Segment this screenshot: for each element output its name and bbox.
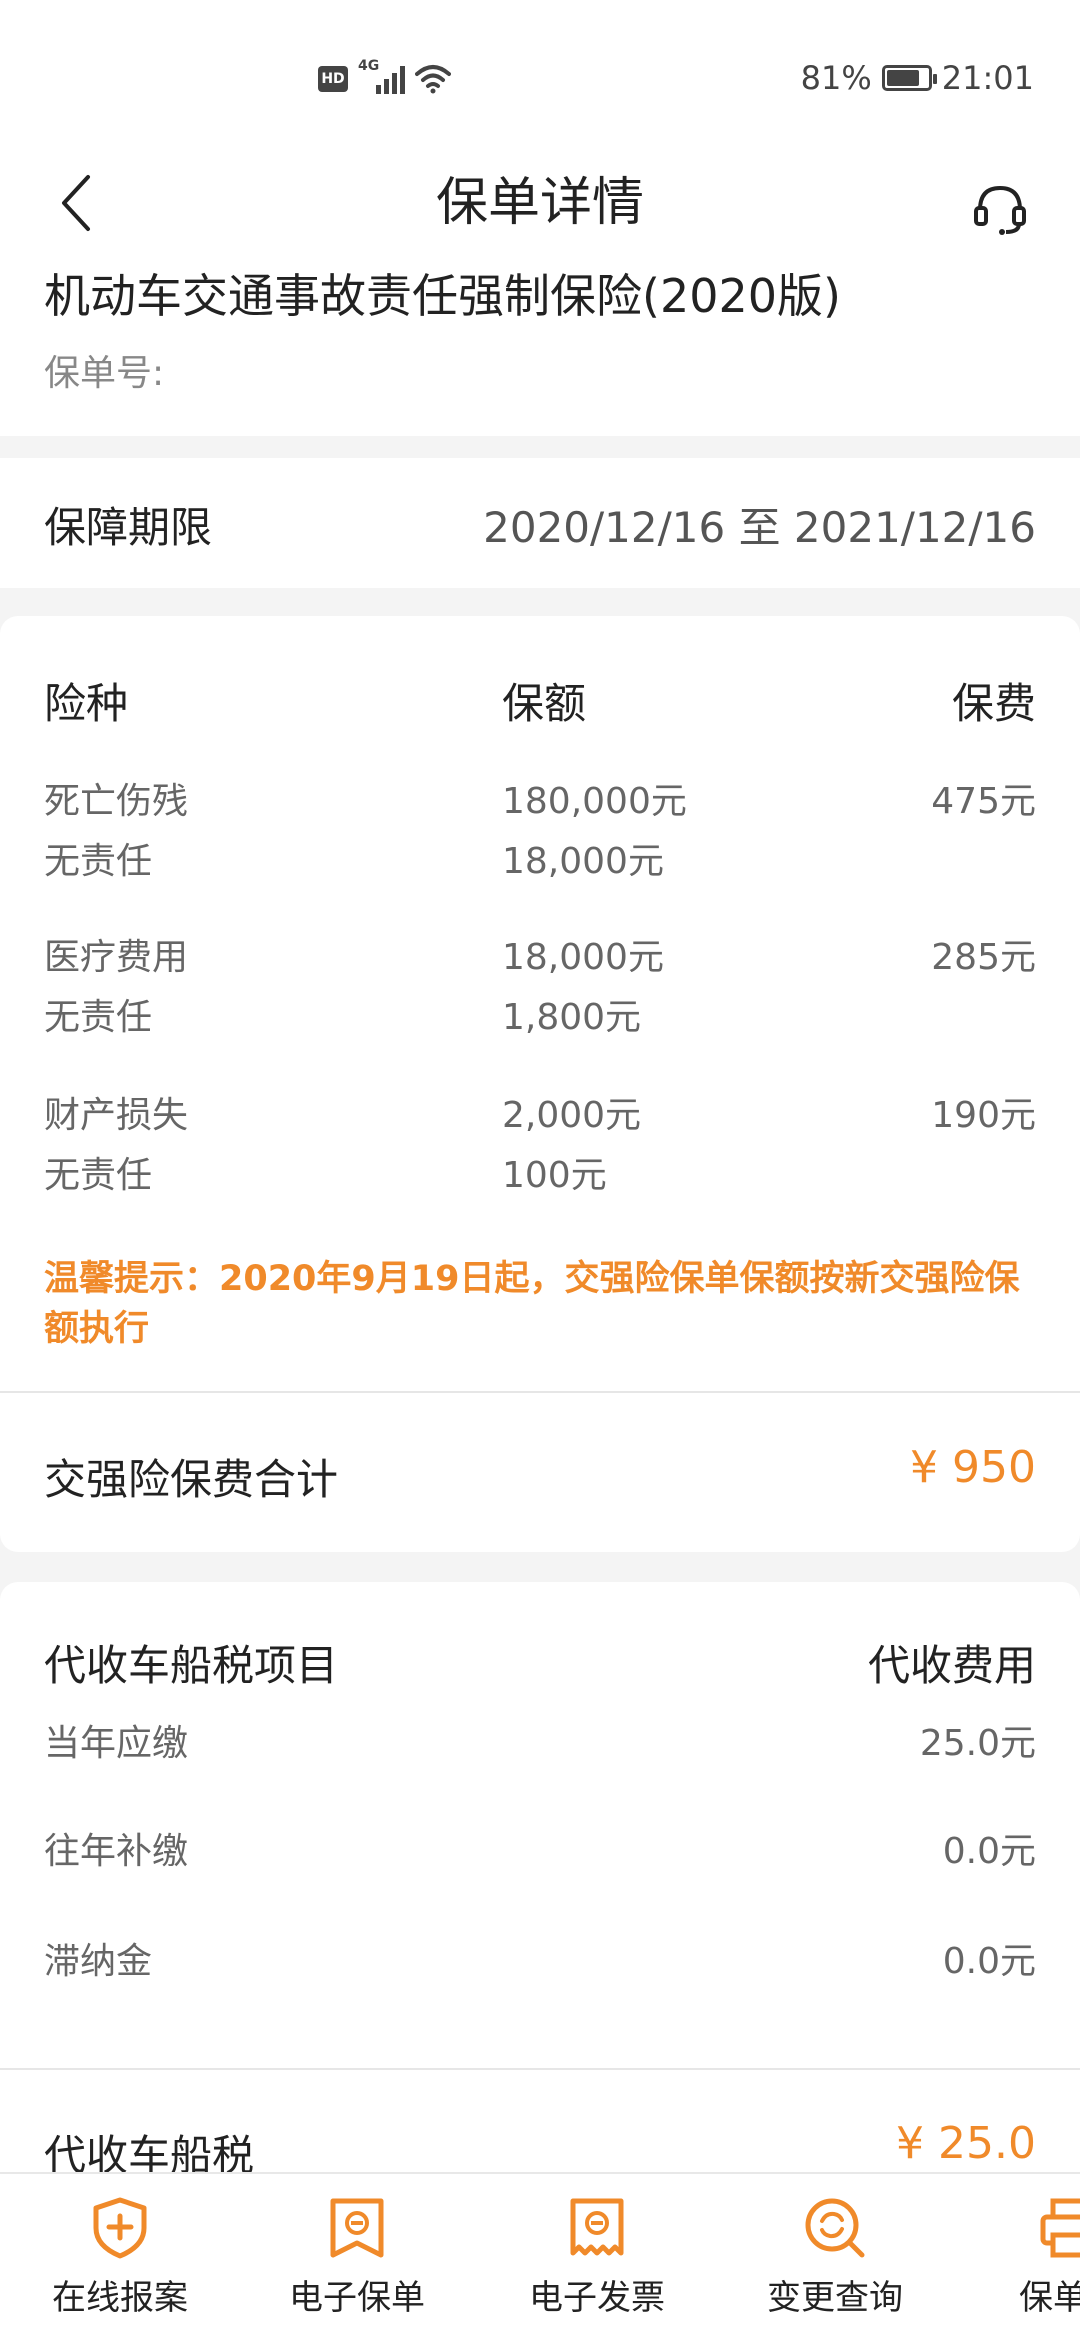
tax-row-label: 滞纳金 — [44, 1941, 153, 1982]
coverage-sub-type: 无责任 — [44, 841, 153, 882]
hd-badge: HD — [318, 66, 348, 92]
coverage-card: 险种 保额 保费 死亡伤残 180,000元 475元 无责任 18,000元 … — [0, 616, 1080, 1552]
shield-plus-icon — [85, 2192, 155, 2264]
header-premium: 保费 — [951, 679, 1036, 728]
coverage-premium: 285元 — [931, 937, 1036, 978]
policy-number-label: 保单号: — [44, 353, 165, 394]
signal-icon: 4G — [358, 58, 405, 94]
tax-total-value: ¥ 25.0 — [896, 2118, 1036, 2169]
coverage-sub-amount: 1,800元 — [502, 997, 642, 1038]
bottom-action-bar: 在线报案 电子保单 电子发票 变更查询 保单 — [0, 2172, 1080, 2340]
tax-row-label: 往年补缴 — [44, 1831, 189, 1872]
coverage-type: 死亡伤残 — [44, 781, 189, 822]
period-label: 保障期限 — [44, 503, 213, 552]
coverage-amount: 2,000元 — [502, 1095, 642, 1136]
change-query-icon — [800, 2192, 870, 2264]
coverage-type: 财产损失 — [44, 1095, 189, 1136]
coverage-tip: 温馨提示：2020年9月19日起，交强险保单保额按新交强险保额执行 — [44, 1259, 1020, 1349]
tax-header-item: 代收车船税项目 — [44, 1641, 339, 1690]
policy-name: 机动车交通事故责任强制保险(2020版) — [44, 269, 841, 323]
tab-online-report[interactable]: 在线报案 — [25, 2192, 215, 2340]
coverage-sub-amount: 18,000元 — [502, 841, 664, 882]
coverage-type: 医疗费用 — [44, 937, 189, 978]
battery-level — [886, 70, 920, 86]
tax-row-value: 25.0元 — [919, 1723, 1036, 1764]
page-title: 保单详情 — [435, 173, 644, 233]
coverage-amount: 180,000元 — [502, 781, 687, 822]
tab-label: 电子发票 — [529, 2278, 665, 2318]
policy-header-card: 机动车交通事故责任强制保险(2020版) 保单号: — [0, 260, 1080, 436]
network-type: 4G — [358, 58, 380, 74]
tax-row-value: 0.0元 — [942, 1831, 1036, 1872]
wifi-icon — [415, 65, 451, 94]
tax-row-label: 当年应缴 — [44, 1723, 189, 1764]
tab-e-invoice[interactable]: 电子发票 — [502, 2192, 692, 2340]
e-invoice-icon — [562, 2192, 632, 2264]
battery-icon — [881, 65, 937, 91]
tax-row: 往年补缴 0.0元 — [0, 1822, 1080, 1882]
coverage-period-card: 保障期限 2020/12/16 至 2021/12/16 — [0, 458, 1080, 588]
tax-row: 滞纳金 0.0元 — [0, 1932, 1080, 1992]
headset-icon — [974, 185, 1026, 235]
period-value: 2020/12/16 至 2021/12/16 — [483, 503, 1036, 552]
tab-print-policy[interactable]: 保单打 — [975, 2192, 1080, 2340]
status-bar: HD 4G 81% 21:01 — [0, 0, 1080, 150]
divider — [0, 2068, 1080, 2070]
header-coverage-amount: 保额 — [502, 679, 587, 728]
coverage-sub-type: 无责任 — [44, 1155, 153, 1196]
coverage-amount: 18,000元 — [502, 937, 664, 978]
tax-row: 当年应缴 25.0元 — [0, 1714, 1080, 1774]
tab-label: 变更查询 — [767, 2278, 903, 2318]
coverage-premium: 475元 — [931, 781, 1036, 822]
tab-change-query[interactable]: 变更查询 — [740, 2192, 930, 2340]
tax-header-fee: 代收费用 — [867, 1641, 1036, 1690]
nav-bar: 保单详情 — [0, 150, 1080, 260]
e-policy-icon — [322, 2192, 392, 2264]
total-premium-value: ¥ 950 — [910, 1442, 1036, 1493]
header-coverage-type: 险种 — [44, 679, 129, 728]
customer-service-button[interactable] — [960, 168, 1040, 248]
coverage-premium: 190元 — [931, 1095, 1036, 1136]
coverage-sub-type: 无责任 — [44, 997, 153, 1038]
status-left: HD 4G — [318, 58, 451, 100]
tab-e-policy[interactable]: 电子保单 — [262, 2192, 452, 2340]
clock: 21:01 — [941, 59, 1034, 97]
coverage-sub-amount: 100元 — [502, 1155, 607, 1196]
status-right: 81% 21:01 — [801, 56, 1034, 100]
total-premium-label: 交强险保费合计 — [44, 1455, 339, 1504]
printer-icon — [1035, 2192, 1080, 2264]
vehicle-tax-card: 代收车船税项目 代收费用 当年应缴 25.0元 往年补缴 0.0元 滞纳金 0.… — [0, 1582, 1080, 2202]
tab-label: 保单打 — [1019, 2278, 1080, 2318]
tax-row-value: 0.0元 — [942, 1941, 1036, 1982]
battery-percent: 81% — [800, 59, 872, 97]
tab-label: 电子保单 — [289, 2278, 425, 2318]
tab-label: 在线报案 — [52, 2278, 188, 2318]
divider — [0, 1391, 1080, 1393]
